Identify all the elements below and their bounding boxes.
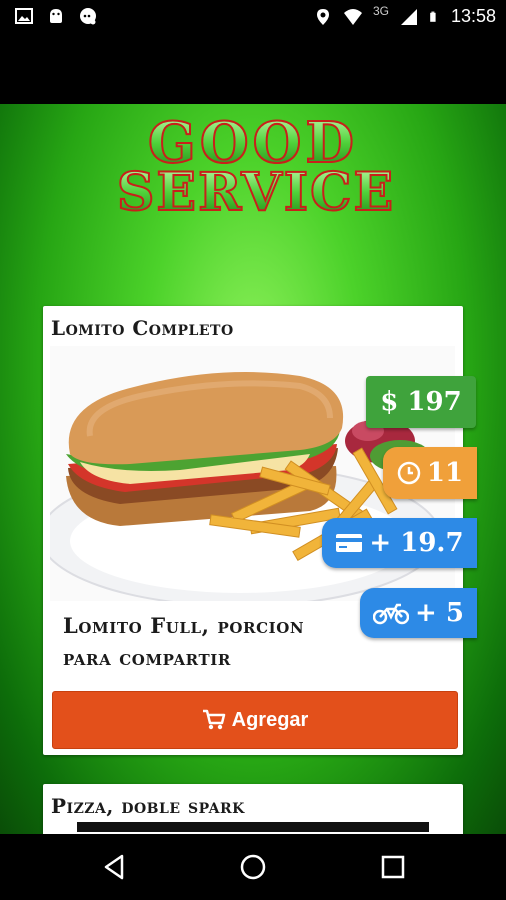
delivery-value: + 5	[415, 598, 464, 628]
status-time: 13:58	[450, 6, 496, 26]
chat-icon	[80, 8, 96, 25]
clock-icon	[397, 461, 421, 485]
battery-icon	[430, 11, 436, 22]
status-bar: 3G 13:58	[0, 0, 506, 34]
top-spacer	[0, 34, 506, 104]
back-icon[interactable]	[100, 852, 130, 882]
app-background: GOOD SERVICE Lomito Completo Lomito Full…	[0, 104, 506, 834]
navigation-bar	[0, 834, 506, 900]
logo-line-2: SERVICE	[117, 162, 395, 223]
good-service-logo: GOOD SERVICE	[0, 104, 506, 224]
card-surcharge-value: + 19.7	[369, 528, 464, 558]
add-to-cart-label: Agregar	[231, 708, 309, 731]
delivery-badge: + 5	[360, 588, 477, 638]
location-icon	[316, 8, 329, 25]
android-icon	[50, 9, 62, 23]
card-surcharge-badge: + 19.7	[322, 518, 477, 568]
network-type: 3G	[372, 3, 389, 18]
recents-icon[interactable]	[378, 852, 408, 882]
home-icon[interactable]	[238, 852, 268, 882]
prep-time-badge: 11	[383, 447, 477, 499]
price-badge: $ 197	[366, 376, 476, 428]
prep-time-value: 11	[426, 458, 464, 488]
product-card-2[interactable]: Pizza, doble spark	[43, 784, 463, 834]
add-to-cart-button[interactable]: Agregar	[52, 691, 458, 749]
signal-icon	[400, 8, 417, 25]
motorcycle-icon	[373, 603, 410, 625]
product-title: Lomito Completo	[51, 316, 234, 340]
wifi-icon	[343, 8, 362, 25]
cart-icon	[202, 709, 225, 730]
credit-card-icon	[336, 534, 363, 552]
price-value: $ 197	[380, 387, 462, 417]
product-title-2: Pizza, doble spark	[51, 794, 245, 818]
product-image-2	[77, 822, 429, 832]
image-icon	[15, 8, 33, 24]
